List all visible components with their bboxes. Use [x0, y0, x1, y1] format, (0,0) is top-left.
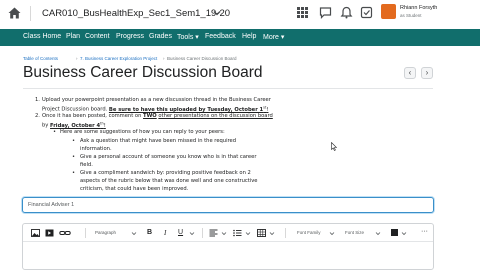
breadcrumb-toc[interactable]: Table of Contents — [23, 56, 58, 61]
insert-video-icon[interactable] — [45, 229, 54, 237]
top-bar: CAR010_BusHealthExp_Sec1_Sem1_19-20 Rhia… — [0, 0, 480, 27]
suggestion-line: Give a personal account of someone you k… — [80, 154, 257, 160]
nav-more[interactable]: More ▾ — [263, 33, 284, 41]
step-number: 1. — [35, 97, 40, 103]
course-title[interactable]: CAR010_BusHealthExp_Sec1_Sem1_19-20 — [42, 8, 230, 19]
nav-progress[interactable]: Progress — [116, 33, 144, 40]
bulleted-list-icon[interactable] — [233, 229, 242, 237]
toolbar-separator — [202, 228, 203, 238]
bold-button[interactable]: B — [147, 229, 152, 237]
nav-grades[interactable]: Grades — [149, 33, 172, 40]
suggestion-line: criticism, that could have been improved… — [80, 186, 189, 192]
font-family-select[interactable]: Font Family — [297, 230, 321, 235]
bullet: • — [72, 138, 76, 144]
italic-button[interactable]: I — [164, 229, 166, 237]
insert-image-icon[interactable] — [31, 229, 40, 237]
paragraph-select[interactable]: Paragraph — [95, 230, 116, 235]
instruction-line: Once it has been posted, comment on TWO … — [42, 113, 273, 119]
subject-input[interactable]: Financial Adviser 1 — [22, 197, 434, 213]
previous-topic-button[interactable]: ‹ — [404, 67, 416, 79]
font-color-swatch[interactable] — [391, 229, 398, 236]
breadcrumb-separator: › — [76, 56, 78, 61]
chevron-down-icon[interactable] — [131, 231, 137, 236]
insert-table-icon[interactable] — [257, 229, 266, 237]
instruction-line: Upload your powerpoint presentation as a… — [42, 97, 271, 103]
toolbar-separator — [285, 228, 286, 238]
home-icon[interactable] — [8, 7, 21, 19]
chevron-down-icon[interactable] — [329, 231, 335, 236]
chevron-down-icon[interactable] — [375, 231, 381, 236]
notification-bell-icon[interactable] — [340, 6, 353, 19]
instruction-line: Project Discussion board. Be sure to hav… — [42, 105, 269, 113]
nav-content[interactable]: Content — [85, 33, 110, 40]
toolbar-separator — [85, 228, 86, 238]
next-topic-button[interactable]: › — [421, 67, 433, 79]
course-navbar: Class Home Plan Content Progress Grades … — [0, 29, 480, 46]
suggestion-line: information. — [80, 146, 112, 152]
breadcrumb-current: Business Career Discussion Board — [167, 56, 237, 61]
chevron-down-icon[interactable] — [269, 231, 275, 236]
grid-icon[interactable] — [296, 6, 309, 19]
chevron-down-icon[interactable] — [212, 8, 222, 18]
breadcrumb-project[interactable]: 7. Business Career Exploration Project — [80, 56, 157, 61]
suggestion-line: Ask a question that might have been miss… — [80, 138, 237, 144]
nav-feedback[interactable]: Feedback — [205, 33, 236, 40]
nav-plan[interactable]: Plan — [66, 33, 80, 40]
bullet: • — [72, 154, 76, 160]
more-options-button[interactable]: ··· — [421, 228, 428, 236]
bullet: • — [72, 170, 76, 176]
font-size-select[interactable]: Font Size — [345, 230, 364, 235]
avatar[interactable] — [381, 4, 396, 19]
message-icon[interactable] — [319, 6, 332, 19]
nav-help[interactable]: Help — [242, 33, 256, 40]
suggestion-line: Give a compliment sandwich by: providing… — [80, 170, 251, 176]
breadcrumb-separator: › — [163, 56, 165, 61]
chevron-down-icon[interactable] — [189, 231, 195, 236]
instruction-line: Here are some suggestions of how you can… — [60, 129, 225, 135]
topbar-divider — [30, 6, 31, 21]
user-role: as Student — [400, 13, 422, 18]
suggestion-line: field. — [80, 162, 93, 168]
user-name[interactable]: Rhiann Forsyth — [400, 5, 437, 11]
bullet: • — [53, 129, 57, 135]
mouse-cursor-icon — [331, 142, 337, 151]
nav-class-home[interactable]: Class Home — [23, 33, 61, 40]
chevron-down-icon[interactable] — [221, 231, 227, 236]
chevron-down-icon[interactable] — [401, 231, 407, 236]
title-divider — [23, 88, 433, 89]
insert-link-icon[interactable] — [59, 229, 71, 237]
step-number: 2. — [35, 113, 40, 119]
underline-button[interactable]: U — [178, 229, 183, 237]
nav-tools[interactable]: Tools ▾ — [177, 33, 199, 41]
instruction-line: by Friday, October 4th! — [42, 121, 106, 129]
page-title: Business Career Discussion Board — [23, 64, 263, 81]
message-editor[interactable]: Paragraph B I U Font Family Font Size ··… — [22, 223, 434, 270]
chevron-down-icon[interactable] — [245, 231, 251, 236]
editor-toolbar: Paragraph B I U Font Family Font Size ··… — [23, 224, 433, 242]
align-left-icon[interactable] — [209, 229, 218, 237]
subject-value: Financial Adviser 1 — [28, 202, 75, 208]
updates-icon[interactable] — [360, 6, 373, 19]
suggestion-line: aspects of the rubric below that was don… — [80, 178, 258, 184]
